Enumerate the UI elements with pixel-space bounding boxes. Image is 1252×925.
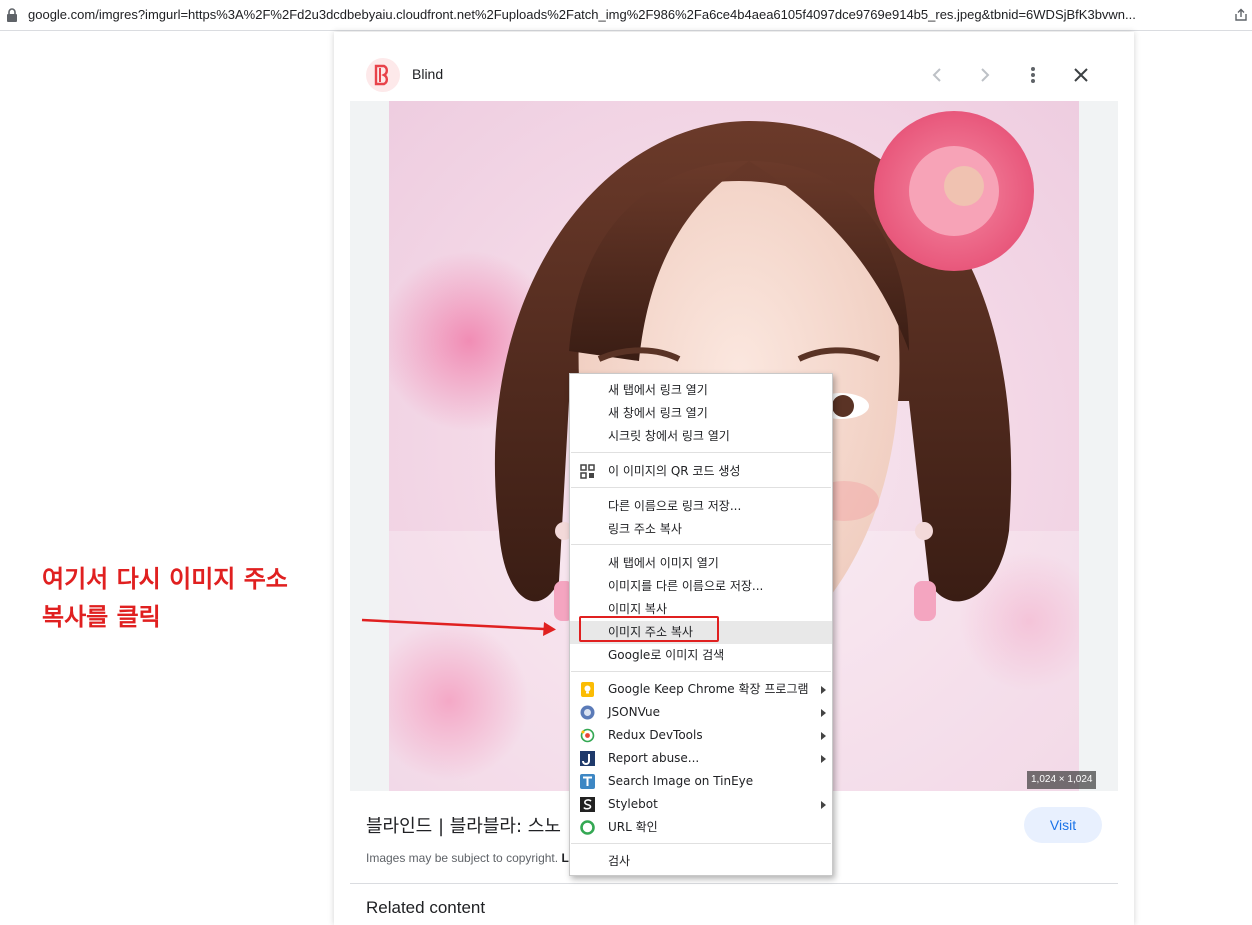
menu-item-google-keep[interactable]: Google Keep Chrome 확장 프로그램 — [570, 678, 832, 701]
close-icon — [1074, 68, 1088, 82]
copyright-notice: Images may be subject to copyright. L — [366, 851, 569, 865]
address-bar[interactable]: google.com/imgres?imgurl=https%3A%2F%2Fd… — [0, 0, 1252, 31]
chevron-left-icon — [932, 68, 941, 82]
chevron-right-icon — [981, 68, 990, 82]
menu-item-url-check[interactable]: URL 확인 — [570, 816, 832, 839]
menu-item-jsonvue[interactable]: JSONVue — [570, 701, 832, 724]
more-options-button[interactable] — [1022, 64, 1044, 86]
image-dimensions-badge: 1,024 × 1,024 — [1027, 771, 1097, 789]
submenu-arrow-icon — [821, 709, 826, 717]
annotation-line-2: 복사를 클릭 — [42, 603, 161, 631]
lock-icon — [7, 8, 17, 22]
panel-header: Blind — [334, 32, 1134, 100]
submenu-arrow-icon — [821, 732, 826, 740]
menu-separator — [571, 671, 831, 672]
menu-item-open-link-new-tab[interactable]: 새 탭에서 링크 열기 — [570, 379, 832, 402]
menu-item-open-link-incognito[interactable]: 시크릿 창에서 링크 열기 — [570, 425, 832, 448]
menu-separator — [571, 487, 831, 488]
copyright-text: Images may be subject to copyright. — [366, 851, 559, 865]
menu-separator — [571, 544, 831, 545]
keep-icon — [581, 682, 594, 697]
menu-item-qr-code[interactable]: 이 이미지의 QR 코드 생성 — [570, 460, 832, 483]
annotation-arrow-icon — [361, 618, 556, 636]
qr-code-icon — [580, 464, 595, 479]
menu-item-save-image-as[interactable]: 이미지를 다른 이름으로 저장... — [570, 575, 832, 598]
submenu-arrow-icon — [821, 801, 826, 809]
image-title[interactable]: 블라인드 | 블라블라: 스노 — [366, 812, 561, 838]
menu-item-open-link-new-window[interactable]: 새 창에서 링크 열기 — [570, 402, 832, 425]
annotation-line-1: 여기서 다시 이미지 주소 — [42, 565, 288, 593]
divider — [350, 883, 1118, 884]
next-button[interactable] — [974, 64, 996, 86]
report-icon — [580, 751, 595, 766]
site-logo-icon[interactable] — [366, 58, 400, 92]
menu-item-report-abuse[interactable]: Report abuse... — [570, 747, 832, 770]
menu-item-redux-devtools[interactable]: Redux DevTools — [570, 724, 832, 747]
previous-button[interactable] — [926, 64, 948, 86]
annotation-text: 여기서 다시 이미지 주소 복사를 클릭 — [42, 560, 288, 636]
learn-more-link[interactable]: L — [561, 851, 568, 865]
menu-item-open-image-new-tab[interactable]: 새 탭에서 이미지 열기 — [570, 552, 832, 575]
visit-button[interactable]: Visit — [1024, 807, 1102, 843]
redux-icon — [580, 728, 595, 743]
url-text[interactable]: google.com/imgres?imgurl=https%3A%2F%2Fd… — [28, 7, 1223, 22]
stylebot-icon — [580, 797, 595, 812]
tineye-icon — [580, 774, 595, 789]
menu-item-stylebot[interactable]: Stylebot — [570, 793, 832, 816]
menu-separator — [571, 452, 831, 453]
submenu-arrow-icon — [821, 755, 826, 763]
site-name[interactable]: Blind — [412, 66, 443, 82]
more-vert-icon — [1031, 67, 1035, 83]
menu-item-inspect[interactable]: 검사 — [570, 850, 832, 873]
menu-item-tineye[interactable]: Search Image on TinEye — [570, 770, 832, 793]
menu-item-copy-link-address[interactable]: 링크 주소 복사 — [570, 518, 832, 541]
menu-item-search-image-google[interactable]: Google로 이미지 검색 — [570, 644, 832, 667]
close-button[interactable] — [1070, 64, 1092, 86]
url-check-icon — [580, 820, 595, 835]
jsonvue-icon — [580, 705, 595, 720]
share-icon[interactable] — [1234, 8, 1248, 22]
related-content-heading: Related content — [366, 898, 486, 917]
menu-separator — [571, 843, 831, 844]
menu-item-save-link-as[interactable]: 다른 이름으로 링크 저장... — [570, 495, 832, 518]
submenu-arrow-icon — [821, 686, 826, 694]
highlight-box — [579, 616, 719, 642]
